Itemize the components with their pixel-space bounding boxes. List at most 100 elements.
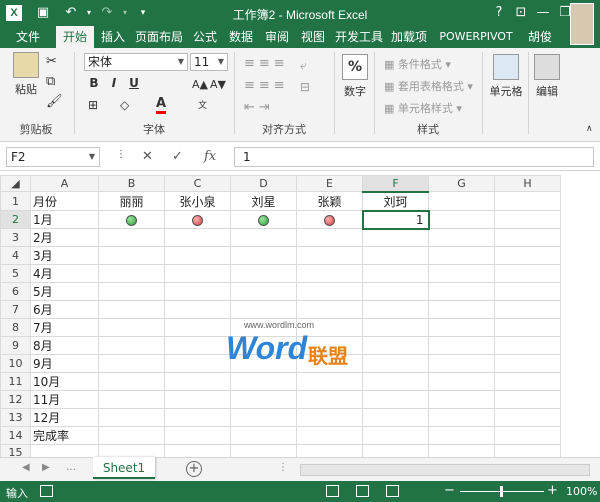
zoom-level[interactable]: 100%	[566, 485, 597, 498]
cell[interactable]: 刘珂	[362, 191, 429, 212]
tab-formulas[interactable]: 公式	[188, 26, 222, 48]
font-name-select[interactable]: 宋体 ▼	[84, 53, 188, 71]
cell[interactable]	[494, 372, 561, 392]
cell[interactable]	[98, 318, 165, 338]
prev-sheet-icon[interactable]: ◀	[22, 462, 30, 473]
column-header[interactable]: A	[30, 175, 99, 193]
cell[interactable]	[164, 372, 231, 392]
cell[interactable]	[296, 264, 363, 284]
cell[interactable]	[230, 228, 297, 248]
cell[interactable]	[494, 318, 561, 338]
row-header[interactable]: 3	[0, 228, 31, 248]
cell[interactable]	[428, 390, 495, 410]
row-header[interactable]: 7	[0, 300, 31, 320]
italic-button[interactable]: I	[106, 76, 122, 90]
cell[interactable]: 5月	[30, 282, 99, 302]
cell[interactable]	[230, 264, 297, 284]
number-format-button[interactable]: % 数字	[340, 54, 370, 99]
cell[interactable]	[98, 444, 165, 457]
cell[interactable]	[164, 228, 231, 248]
merge-center-icon[interactable]: ⊟	[300, 80, 310, 94]
cell[interactable]	[164, 444, 231, 457]
cell[interactable]	[230, 408, 297, 428]
ribbon-display-icon[interactable]: ⊡	[510, 3, 532, 23]
grow-font-icon[interactable]: A▲	[192, 78, 208, 91]
cell[interactable]	[428, 210, 495, 230]
cell[interactable]	[30, 444, 99, 457]
status-cell[interactable]	[164, 210, 231, 230]
cell[interactable]: 完成率	[30, 426, 99, 446]
cell[interactable]	[164, 426, 231, 446]
cell[interactable]	[428, 282, 495, 302]
more-icon[interactable]: ⋮	[278, 462, 288, 473]
cell[interactable]	[164, 318, 231, 338]
tab-insert[interactable]: 插入	[96, 26, 130, 48]
cell[interactable]	[428, 408, 495, 428]
row-header[interactable]: 15	[0, 444, 31, 457]
cell[interactable]	[362, 426, 429, 446]
indent-icon[interactable]: ⇤⇥	[244, 100, 274, 115]
status-cell[interactable]	[230, 210, 297, 230]
cell[interactable]	[230, 390, 297, 410]
cell[interactable]	[362, 300, 429, 320]
row-header[interactable]: 14	[0, 426, 31, 446]
cell[interactable]: 4月	[30, 264, 99, 284]
zoom-out-button[interactable]: −	[444, 483, 455, 498]
wrap-text-icon[interactable]: ⤶	[300, 58, 307, 73]
cell[interactable]	[296, 282, 363, 302]
column-header[interactable]: C	[164, 175, 231, 193]
cell[interactable]	[230, 246, 297, 266]
tab-developer[interactable]: 开发工具	[332, 26, 386, 48]
cell[interactable]	[98, 336, 165, 356]
cell[interactable]	[362, 444, 429, 457]
cell[interactable]	[296, 246, 363, 266]
cell[interactable]: 3月	[30, 246, 99, 266]
collapse-ribbon-icon[interactable]: ∧	[586, 124, 593, 134]
cell[interactable]: 月份	[30, 191, 99, 212]
cell[interactable]	[98, 228, 165, 248]
font-size-select[interactable]: 11 ▼	[190, 53, 228, 71]
cell[interactable]	[296, 444, 363, 457]
cell[interactable]	[428, 426, 495, 446]
cell[interactable]	[362, 408, 429, 428]
cell[interactable]	[362, 282, 429, 302]
cell[interactable]	[362, 228, 429, 248]
top-align-icon[interactable]: ≡≡≡	[244, 56, 289, 71]
formula-input[interactable]: 1	[234, 147, 594, 167]
help-button[interactable]: ?	[488, 3, 510, 23]
cell[interactable]	[164, 336, 231, 356]
cell[interactable]	[296, 426, 363, 446]
tab-file[interactable]: 文件	[0, 26, 56, 48]
row-header[interactable]: 4	[0, 246, 31, 266]
cell[interactable]	[98, 246, 165, 266]
tab-page-layout[interactable]: 页面布局	[132, 26, 186, 48]
cell[interactable]	[362, 246, 429, 266]
cell[interactable]: 2月	[30, 228, 99, 248]
active-cell[interactable]: 1	[361, 209, 430, 230]
cell[interactable]	[230, 282, 297, 302]
user-name[interactable]: 胡俊	[522, 26, 558, 48]
cell[interactable]: 张小泉	[164, 191, 231, 212]
conditional-format-button[interactable]: ▦ 条件格式 ▾	[384, 56, 451, 72]
cell[interactable]	[98, 354, 165, 374]
left-align-icon[interactable]: ≡≡≡	[244, 78, 289, 93]
row-header[interactable]: 2	[0, 210, 31, 230]
cell[interactable]	[296, 300, 363, 320]
cell[interactable]	[362, 264, 429, 284]
copy-icon[interactable]: ⧉	[46, 74, 55, 89]
cell[interactable]	[362, 390, 429, 410]
row-header[interactable]: 1	[0, 191, 31, 212]
underline-button[interactable]: U	[126, 76, 142, 90]
cell[interactable]	[494, 336, 561, 356]
bold-button[interactable]: B	[86, 76, 102, 90]
cell[interactable]	[494, 210, 561, 230]
cell[interactable]: 9月	[30, 354, 99, 374]
worksheet-grid[interactable]: ◢ A B C D E F G H 1 月份 丽丽 张小泉 刘星 张颖 刘珂 2 1月 1 3 2月 4…	[0, 175, 600, 457]
cell[interactable]	[296, 228, 363, 248]
cell[interactable]: 张颖	[296, 191, 363, 212]
cell[interactable]	[98, 426, 165, 446]
cell[interactable]	[164, 300, 231, 320]
cell[interactable]	[494, 228, 561, 248]
column-header-selected[interactable]: F	[362, 175, 429, 193]
cell[interactable]	[428, 264, 495, 284]
